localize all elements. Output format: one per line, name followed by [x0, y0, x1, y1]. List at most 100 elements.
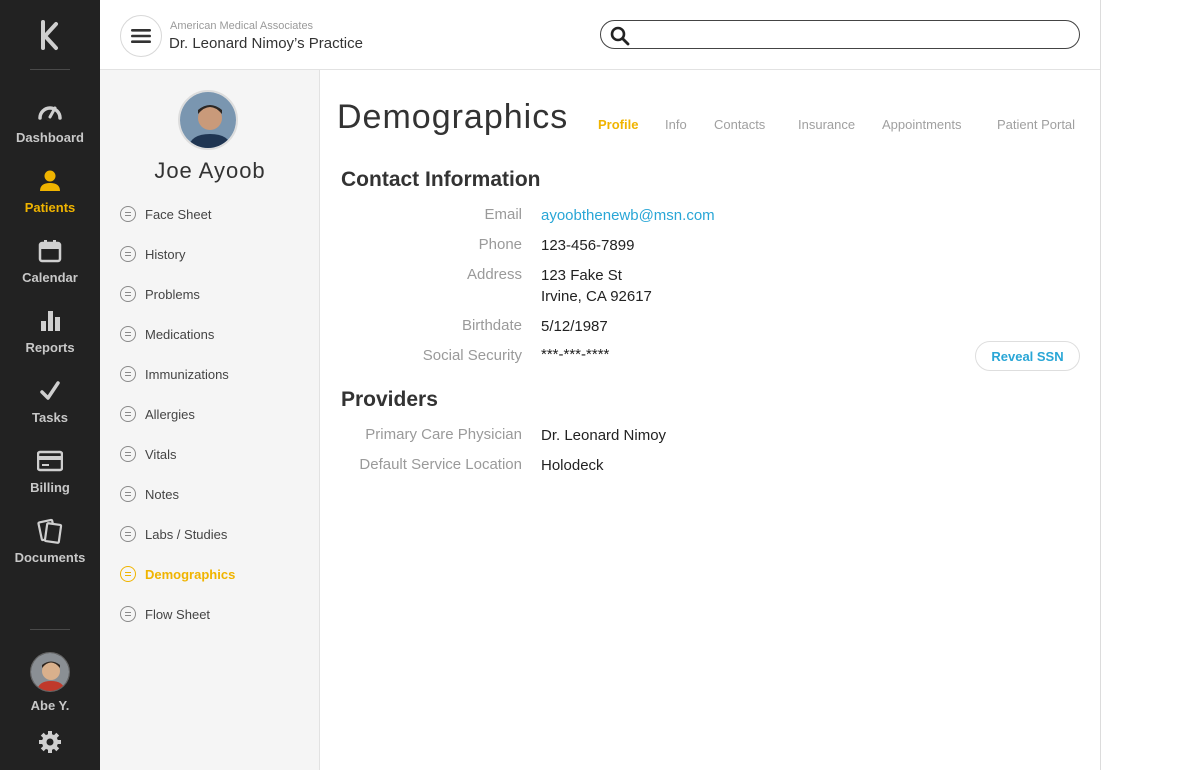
tab-contacts[interactable]: Contacts: [714, 117, 765, 132]
list-circle-icon: [120, 606, 136, 622]
list-circle-icon: [120, 446, 136, 462]
reveal-ssn-button[interactable]: Reveal SSN: [975, 341, 1080, 371]
list-circle-icon: [120, 206, 136, 222]
rail-item-dashboard[interactable]: Dashboard: [0, 98, 100, 158]
patient-nav-vitals[interactable]: Vitals: [120, 443, 177, 465]
practice-name[interactable]: Dr. Leonard Nimoy’s Practice: [169, 35, 363, 52]
rail-item-reports[interactable]: Reports: [0, 308, 100, 368]
list-circle-icon: [120, 366, 136, 382]
rail-item-label: Tasks: [32, 410, 68, 425]
credit-card-icon: [37, 448, 63, 474]
patient-nav-label: Immunizations: [145, 366, 229, 382]
search-box[interactable]: [600, 20, 1080, 49]
patient-sidebar: Joe Ayoob Face Sheet History Problems Me…: [100, 70, 320, 770]
user-name: Abe Y.: [30, 698, 70, 713]
patient-nav-medications[interactable]: Medications: [120, 323, 214, 345]
gauge-icon: [37, 98, 63, 124]
search-input[interactable]: [637, 24, 1067, 45]
rail-item-label: Dashboard: [16, 130, 84, 145]
patient-nav-label: Vitals: [145, 446, 177, 462]
patient-nav-notes[interactable]: Notes: [120, 483, 179, 505]
organization-name: American Medical Associates: [170, 20, 314, 32]
rail-item-label: Billing: [30, 480, 70, 495]
app-rail: Dashboard Patients Calendar Reports Task…: [0, 0, 100, 770]
search-icon[interactable]: [610, 26, 630, 46]
patient-nav-face-sheet[interactable]: Face Sheet: [120, 203, 212, 225]
contact-information-heading: Contact Information: [341, 168, 541, 191]
rail-item-tasks[interactable]: Tasks: [0, 378, 100, 438]
tab-insurance[interactable]: Insurance: [798, 117, 855, 132]
tab-appointments[interactable]: Appointments: [882, 117, 962, 132]
list-circle-icon: [120, 486, 136, 502]
settings-gear-icon[interactable]: [37, 729, 63, 755]
person-icon: [37, 168, 63, 194]
address-label: Address: [466, 266, 522, 283]
rail-item-calendar[interactable]: Calendar: [0, 238, 100, 298]
calendar-icon: [37, 238, 63, 264]
rail-item-billing[interactable]: Billing: [0, 448, 100, 508]
primary-care-physician-value: Dr. Leonard Nimoy: [541, 427, 667, 444]
providers-heading: Providers: [341, 388, 438, 411]
rail-item-label: Documents: [14, 550, 86, 565]
ssn-value: ***-***-****: [541, 346, 610, 363]
rail-item-label: Patients: [24, 200, 76, 215]
list-circle-icon: [120, 566, 136, 582]
main-content: Demographics Profile Info Contacts Insur…: [320, 70, 1100, 770]
address-line1: 123 Fake St: [541, 267, 622, 284]
patient-nav-flow-sheet[interactable]: Flow Sheet: [120, 603, 210, 625]
address-line2: Irvine, CA 92617: [541, 288, 652, 305]
rail-item-documents[interactable]: Documents: [0, 518, 100, 578]
email-label: Email: [484, 206, 522, 223]
top-bar: American Medical Associates Dr. Leonard …: [100, 0, 1100, 70]
page-title: Demographics: [337, 98, 569, 136]
patient-nav-label: Allergies: [145, 406, 195, 422]
patient-nav-allergies[interactable]: Allergies: [120, 403, 195, 425]
email-value[interactable]: ayoobthenewb@msn.com: [541, 205, 715, 226]
default-service-location-value: Holodeck: [541, 457, 604, 474]
patient-nav-problems[interactable]: Problems: [120, 283, 200, 305]
bar-chart-icon: [37, 308, 63, 334]
list-circle-icon: [120, 286, 136, 302]
patient-avatar[interactable]: [178, 90, 238, 150]
checkmark-icon: [37, 378, 63, 404]
tab-info[interactable]: Info: [665, 117, 687, 132]
user-avatar[interactable]: [30, 652, 70, 692]
birthdate-label: Birthdate: [461, 317, 522, 334]
rail-divider: [30, 69, 70, 70]
patient-nav-label: Labs / Studies: [145, 526, 228, 542]
rail-divider: [30, 629, 70, 630]
phone-value: 123-456-7899: [541, 237, 635, 254]
hamburger-icon: [131, 29, 151, 43]
tab-patient-portal[interactable]: Patient Portal: [997, 117, 1075, 132]
rail-item-patients[interactable]: Patients: [0, 168, 100, 228]
patient-nav-label: Flow Sheet: [145, 606, 211, 622]
app-frame: American Medical Associates Dr. Leonard …: [100, 0, 1101, 770]
patient-nav-immunizations[interactable]: Immunizations: [120, 363, 229, 385]
patient-nav-history[interactable]: History: [120, 243, 185, 265]
patient-nav-label: Problems: [145, 286, 200, 302]
patient-nav-label: Face Sheet: [145, 206, 212, 222]
list-circle-icon: [120, 326, 136, 342]
birthdate-value: 5/12/1987: [541, 318, 608, 335]
documents-icon: [37, 518, 63, 544]
patient-nav-label: History: [145, 246, 186, 262]
default-service-location-label: Default Service Location: [359, 456, 522, 473]
list-circle-icon: [120, 246, 136, 262]
patient-nav-label: Demographics: [145, 566, 236, 582]
list-circle-icon: [120, 526, 136, 542]
patient-nav-label: Notes: [145, 486, 179, 502]
rail-item-label: Reports: [25, 340, 75, 355]
patient-nav-label: Medications: [145, 326, 215, 342]
patient-nav-labs-studies[interactable]: Labs / Studies: [120, 523, 227, 545]
primary-care-physician-label: Primary Care Physician: [365, 426, 522, 443]
list-circle-icon: [120, 406, 136, 422]
rail-item-label: Calendar: [22, 270, 78, 285]
tab-profile[interactable]: Profile: [598, 117, 638, 132]
menu-button[interactable]: [120, 15, 162, 57]
app-logo-icon[interactable]: [36, 18, 64, 52]
current-user[interactable]: Abe Y.: [0, 652, 100, 713]
phone-label: Phone: [478, 236, 522, 253]
patient-nav-demographics[interactable]: Demographics: [120, 563, 235, 585]
patient-name: Joe Ayoob: [154, 158, 266, 183]
ssn-label: Social Security: [422, 347, 522, 364]
